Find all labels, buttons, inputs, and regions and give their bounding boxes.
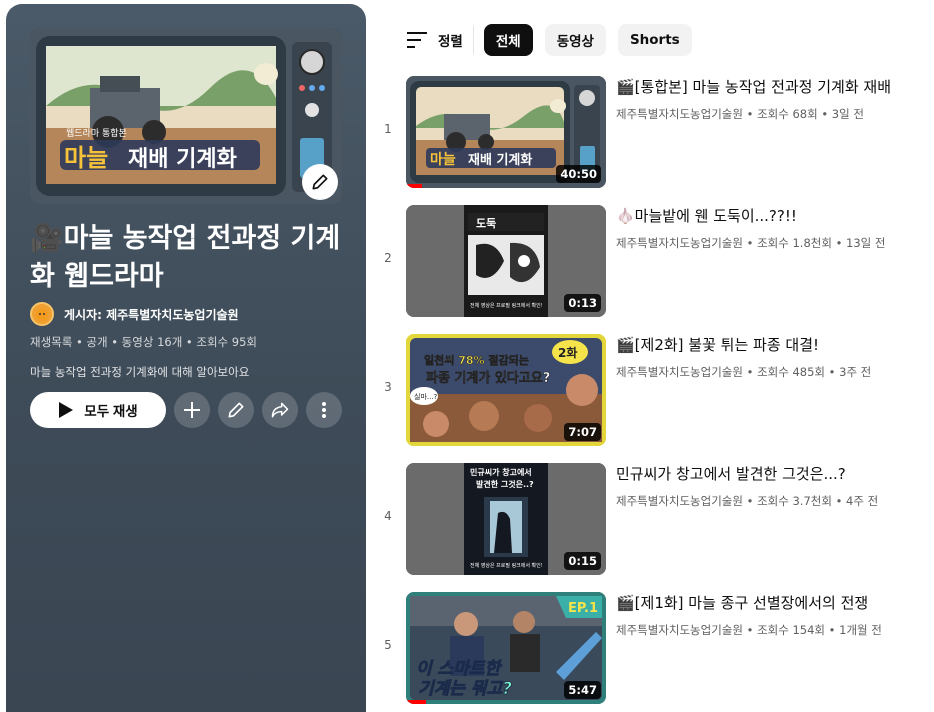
sort-button[interactable]: 정렬 — [406, 30, 463, 50]
upload-age: 3주 전 — [839, 365, 872, 379]
video-title[interactable]: 민규씨가 창고에서 발견한 그것은...? — [616, 463, 916, 484]
owner-name[interactable]: 게시자: 제주특별자치도농업기술원 — [64, 306, 239, 323]
tangerine-icon — [36, 309, 48, 321]
view-count: 조회수 485회 — [757, 365, 826, 379]
playlist-description: 마늘 농작업 전과정 기계화에 대해 알아보아요 — [30, 365, 250, 379]
watch-progress-bar — [406, 184, 422, 188]
video-row[interactable]: 1 마늘 재배 기계화 40:50 🎬[통합본] 마늘 농작업 전과정 기계화 … — [376, 76, 926, 188]
video-index: 5 — [384, 638, 392, 652]
more-options-button[interactable] — [306, 392, 342, 428]
svg-text:전체 영상은 프로필 링크에서 확인!: 전체 영상은 프로필 링크에서 확인! — [470, 302, 543, 309]
watch-progress-bar — [406, 700, 426, 704]
view-count: 조회수 3.7천회 — [757, 494, 832, 508]
pencil-icon — [228, 402, 244, 418]
svg-text:민규씨가 창고에서: 민규씨가 창고에서 — [470, 467, 532, 477]
play-all-button[interactable]: 모두 재생 — [30, 392, 166, 428]
svg-text:재배 기계화: 재배 기계화 — [128, 147, 237, 172]
video-title[interactable]: 🎬[제1화] 마늘 종구 선별장에서의 전쟁 — [616, 592, 916, 613]
channel-avatar[interactable] — [30, 302, 54, 326]
video-index: 4 — [384, 509, 392, 523]
video-title[interactable]: 🎬[통합본] 마늘 농작업 전과정 기계화 재배 — [616, 76, 916, 97]
svg-text:일천씨 78% 절감되는: 일천씨 78% 절감되는 — [424, 353, 529, 367]
svg-text:파종 기계가 있다고요?: 파종 기계가 있다고요? — [426, 370, 550, 386]
share-icon — [271, 402, 289, 418]
more-vert-icon — [322, 402, 326, 418]
sort-icon — [407, 32, 427, 48]
video-meta: 제주특별자치도농업기술원 • 조회수 485회 • 3주 전 — [616, 365, 872, 379]
video-index: 2 — [384, 251, 392, 265]
video-row[interactable]: 5 EP.1 이 스마트한 기계는 뭐고? 5:47 🎬[제1화] 마늘 종구 … — [376, 592, 926, 704]
video-row[interactable]: 2 도둑 전체 영상은 프로필 링크에서 확인! 0:13 🧄마늘밭에 웬 도둑… — [376, 205, 926, 317]
chip-all[interactable]: 전체 — [483, 24, 533, 56]
video-thumbnail[interactable]: 도둑 전체 영상은 프로필 링크에서 확인! 0:13 — [406, 205, 606, 317]
video-duration: 0:15 — [564, 552, 601, 570]
cover-illustration: 웹드라마 통합본 마늘 재배 기계화 — [30, 28, 342, 204]
upload-age: 1개월 전 — [839, 623, 882, 637]
video-duration: 0:13 — [564, 294, 601, 312]
channel-name[interactable]: 제주특별자치도농업기술원 — [616, 623, 743, 637]
channel-name[interactable]: 제주특별자치도농업기술원 — [616, 236, 743, 250]
video-thumbnail[interactable]: 민규씨가 창고에서 발견한 그것은..? 전체 영상은 프로필 링크에서 확인!… — [406, 463, 606, 575]
svg-text:2화: 2화 — [558, 345, 577, 360]
plus-icon — [184, 402, 200, 418]
filter-bar: 정렬 전체 동영상 Shorts — [406, 24, 704, 56]
svg-text:발견한 그것은..?: 발견한 그것은..? — [476, 479, 534, 489]
video-index: 3 — [384, 380, 392, 394]
channel-name[interactable]: 제주특별자치도농업기술원 — [616, 107, 743, 121]
upload-age: 13일 전 — [846, 236, 886, 250]
svg-text:실마...?: 실마...? — [414, 392, 438, 401]
channel-name[interactable]: 제주특별자치도농업기술원 — [616, 365, 743, 379]
video-meta: 제주특별자치도농업기술원 • 조회수 3.7천회 • 4주 전 — [616, 494, 879, 508]
video-title[interactable]: 🧄마늘밭에 웬 도둑이...??!! — [616, 205, 916, 226]
sort-label: 정렬 — [438, 34, 463, 50]
add-button[interactable] — [174, 392, 210, 428]
playlist-owner[interactable]: 게시자: 제주특별자치도농업기술원 — [30, 302, 239, 326]
video-row[interactable]: 4 민규씨가 창고에서 발견한 그것은..? 전체 영상은 프로필 링크에서 확… — [376, 463, 926, 575]
play-icon — [59, 402, 74, 418]
video-meta: 제주특별자치도농업기술원 • 조회수 1.8천회 • 13일 전 — [616, 236, 886, 250]
video-duration: 40:50 — [556, 165, 601, 183]
video-index: 1 — [384, 122, 392, 136]
channel-name[interactable]: 제주특별자치도농업기술원 — [616, 494, 743, 508]
upload-age: 3일 전 — [831, 107, 864, 121]
video-thumbnail[interactable]: EP.1 이 스마트한 기계는 뭐고? 5:47 — [406, 592, 606, 704]
playlist-cover-image[interactable]: 웹드라마 통합본 마늘 재배 기계화 — [30, 28, 342, 204]
playlist-actions: 모두 재생 — [30, 392, 342, 428]
edit-thumbnail-button[interactable] — [302, 164, 338, 200]
view-count: 조회수 154회 — [757, 623, 826, 637]
svg-text:웹드라마 통합본: 웹드라마 통합본 — [66, 128, 127, 139]
movie-camera-icon: 🎥 — [30, 223, 64, 254]
playlist-title: 🎥마늘 농작업 전과정 기계화 웹드라마 — [30, 223, 341, 292]
chip-videos[interactable]: 동영상 — [544, 24, 606, 56]
svg-text:재배 기계화: 재배 기계화 — [468, 152, 532, 168]
svg-text:이 스마트한: 이 스마트한 — [416, 659, 502, 679]
video-meta: 제주특별자치도농업기술원 • 조회수 68회 • 3일 전 — [616, 107, 864, 121]
video-duration: 7:07 — [564, 423, 601, 441]
svg-text:전체 영상은 프로필 링크에서 확인!: 전체 영상은 프로필 링크에서 확인! — [470, 562, 543, 569]
svg-text:마늘: 마늘 — [430, 152, 456, 168]
video-thumbnail[interactable]: 마늘 재배 기계화 40:50 — [406, 76, 606, 188]
view-count: 조회수 1.8천회 — [757, 236, 832, 250]
edit-button[interactable] — [218, 392, 254, 428]
video-duration: 5:47 — [564, 681, 601, 699]
video-thumbnail[interactable]: 일천씨 78% 절감되는 파종 기계가 있다고요? 2화 실마...? 7:07 — [406, 334, 606, 446]
chip-divider — [472, 26, 474, 54]
playlist-header-panel: 웹드라마 통합본 마늘 재배 기계화 🎥마늘 농작업 전과정 기계화 웹드라마 … — [6, 4, 366, 712]
pencil-icon — [312, 174, 328, 190]
video-row[interactable]: 3 일천씨 78% 절감되는 파종 기계가 있다고요? 2화 실마...? 7:… — [376, 334, 926, 446]
view-count: 조회수 68회 — [757, 107, 818, 121]
play-all-label: 모두 재생 — [84, 404, 138, 419]
svg-text:도둑: 도둑 — [476, 217, 496, 230]
video-meta: 제주특별자치도농업기술원 • 조회수 154회 • 1개월 전 — [616, 623, 882, 637]
upload-age: 4주 전 — [846, 494, 879, 508]
playlist-meta: 재생목록 • 공개 • 동영상 16개 • 조회수 95회 — [30, 335, 257, 349]
svg-text:EP.1: EP.1 — [568, 601, 598, 616]
video-title[interactable]: 🎬[제2화] 불꽃 튀는 파종 대결! — [616, 334, 916, 355]
share-button[interactable] — [262, 392, 298, 428]
svg-text:기계는 뭐고?: 기계는 뭐고? — [418, 679, 512, 699]
svg-text:마늘: 마늘 — [64, 144, 108, 172]
chip-shorts[interactable]: Shorts — [617, 24, 692, 56]
